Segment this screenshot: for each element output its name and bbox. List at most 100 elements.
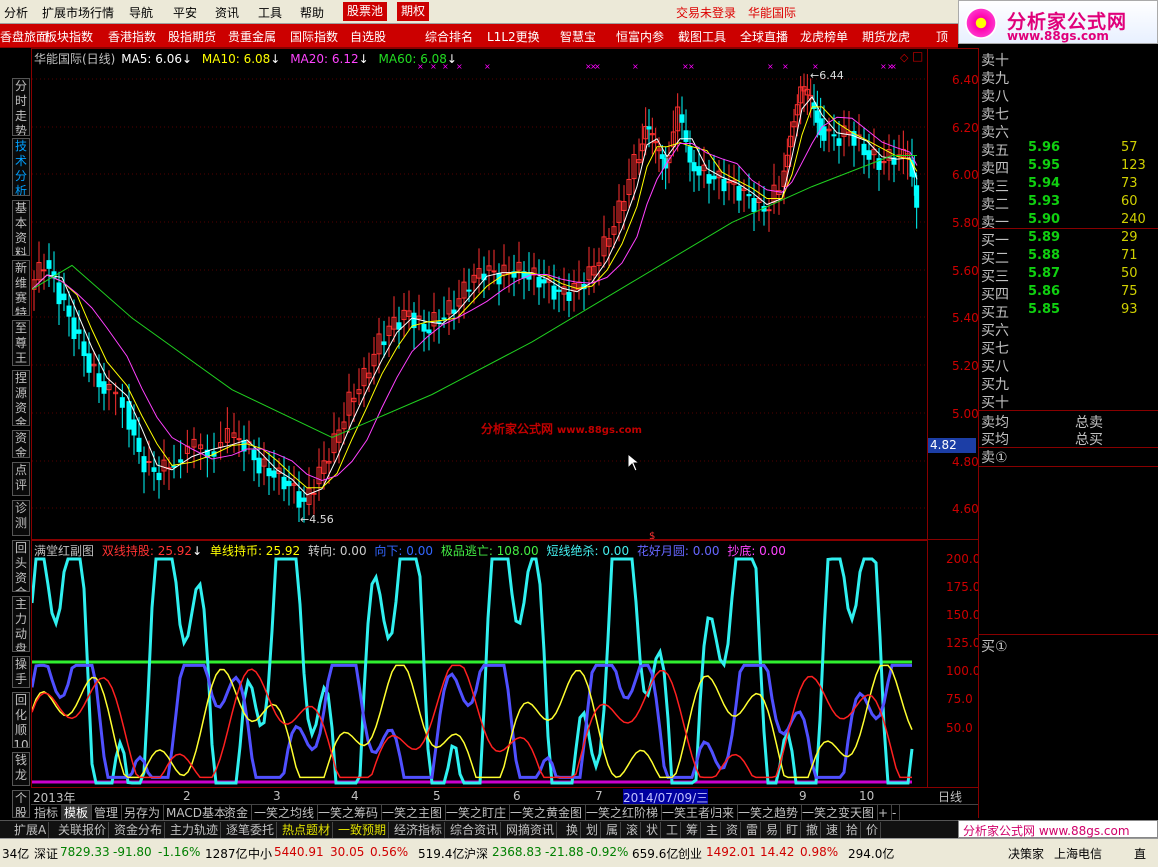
vtab-7[interactable]: 点评	[12, 462, 30, 496]
toolbar-item[interactable]: 综合排名	[425, 28, 473, 45]
menu-news[interactable]: 资讯	[215, 4, 239, 21]
menu-tools[interactable]: 工具	[258, 4, 282, 21]
bid-row[interactable]: 买五 5.85 93	[981, 302, 1157, 321]
bid-row[interactable]: 买四 5.86 75	[981, 284, 1157, 303]
vtab-4[interactable]: 至尊王	[12, 320, 30, 366]
ask-row[interactable]: 卖八	[981, 86, 1157, 105]
toolbar-item[interactable]: 股指期货	[168, 28, 216, 45]
indicator-tab[interactable]: 一笑王者归来	[659, 805, 739, 821]
function-tab[interactable]: 逐笔委托	[224, 822, 278, 838]
menu-analysis[interactable]: 分析	[4, 4, 28, 21]
period-label[interactable]: 日线	[938, 788, 962, 805]
function-tab[interactable]: 资金分布	[112, 822, 166, 838]
indicator-tab[interactable]: 另存为	[121, 805, 165, 821]
indicator-tab[interactable]: 一笑之趋势	[735, 805, 803, 821]
vtab-8[interactable]: 诊测	[12, 500, 30, 536]
toolbar-item[interactable]: 自选股	[350, 28, 386, 45]
function-tab[interactable]: 资	[724, 822, 742, 838]
function-tab[interactable]: 网摘资讯	[504, 822, 558, 838]
toolbar-item[interactable]: L1L2更换	[487, 28, 540, 45]
indicator-tab[interactable]: 一笑之筹码	[315, 805, 383, 821]
vtab-1[interactable]: 技术分析	[12, 138, 30, 196]
bid-row[interactable]: 买十	[981, 392, 1157, 411]
menu-nav[interactable]: 导航	[129, 4, 153, 21]
ask-row[interactable]: 卖六	[981, 122, 1157, 141]
function-tab[interactable]: 雷	[744, 822, 762, 838]
function-tab[interactable]: 工	[664, 822, 682, 838]
ask-row[interactable]: 卖五 5.96 57	[981, 140, 1157, 159]
toolbar-item[interactable]: 恒富内参	[616, 28, 664, 45]
function-tab[interactable]: 速	[824, 822, 842, 838]
toolbar-item[interactable]: 智慧宝	[560, 28, 596, 45]
function-tab[interactable]: 易	[764, 822, 782, 838]
vtab-13[interactable]: 钱龙	[12, 752, 30, 786]
function-tab[interactable]: 价	[864, 822, 882, 838]
menu-options[interactable]: 期权	[397, 2, 430, 21]
indicator-tab[interactable]: 一笑之红阶梯	[583, 805, 663, 821]
function-tab[interactable]: 综合资讯	[448, 822, 502, 838]
vtab-14[interactable]: 个股	[12, 790, 30, 818]
function-tab[interactable]: 经济指标	[392, 822, 446, 838]
indicator-tab[interactable]: MACD基本	[163, 805, 230, 821]
cy-name[interactable]: 创业	[678, 845, 702, 862]
indicator-tab[interactable]: 管理	[91, 805, 123, 821]
indicator-tab[interactable]: 一笑之黄金图	[507, 805, 587, 821]
function-tab[interactable]: 主力轨迹	[168, 822, 222, 838]
bid-row[interactable]: 买三 5.87 50	[981, 266, 1157, 285]
toolbar-item[interactable]: 顶	[936, 28, 948, 45]
vtab-10[interactable]: 主力动盘	[12, 596, 30, 652]
menu-stock-pool[interactable]: 股票池	[343, 2, 388, 21]
toolbar-item[interactable]: 香港指数	[108, 28, 156, 45]
vtab-5[interactable]: 捏源资金	[12, 370, 30, 426]
toolbar-item[interactable]: 龙虎榜单	[800, 28, 848, 45]
toolbar-item[interactable]: 板块指数	[45, 28, 93, 45]
toolbar-item[interactable]: 全球直播	[740, 28, 788, 45]
toolbar-item[interactable]: 贵重金属	[228, 28, 276, 45]
ask-row[interactable]: 卖七	[981, 104, 1157, 123]
login-status[interactable]: 交易未登录	[676, 4, 736, 21]
function-tab[interactable]: 换	[564, 822, 582, 838]
vtab-9[interactable]: 回头资金	[12, 540, 30, 592]
toolbar-item[interactable]: 截图工具	[678, 28, 726, 45]
function-tab[interactable]: 拾	[844, 822, 862, 838]
ask-row[interactable]: 卖四 5.95 123	[981, 158, 1157, 177]
indicator-tab[interactable]: 一笑之主图	[379, 805, 447, 821]
bid-row[interactable]: 买九	[981, 374, 1157, 393]
vtab-3[interactable]: 新维赛特	[12, 260, 30, 316]
indicator-tab[interactable]: 模板	[61, 805, 93, 821]
zx-name[interactable]: 中小	[248, 845, 272, 862]
isp-name[interactable]: 上海电信	[1054, 845, 1102, 862]
indicator-tab[interactable]: 一笑之盯庄	[443, 805, 511, 821]
diamond-icon[interactable]: ◇	[900, 51, 908, 64]
bid-row[interactable]: 买七	[981, 338, 1157, 357]
vtab-12[interactable]: 回化顺10	[12, 692, 30, 748]
toolbar-item[interactable]: 国际指数	[290, 28, 338, 45]
bid-row[interactable]: 买二 5.88 71	[981, 248, 1157, 267]
hs-name[interactable]: 沪深	[464, 845, 488, 862]
function-tab[interactable]: 扩展A	[12, 822, 50, 838]
bid-row[interactable]: 买六	[981, 320, 1157, 339]
vtab-0[interactable]: 分时走势	[12, 78, 30, 136]
indicator-tab[interactable]: 指标	[31, 805, 63, 821]
function-tab[interactable]: 筹	[684, 822, 702, 838]
function-tab[interactable]: 一致预期	[336, 822, 390, 838]
ask-row[interactable]: 卖二 5.93 60	[981, 194, 1157, 213]
function-tab[interactable]: 撤	[804, 822, 822, 838]
indicator-tab[interactable]: -	[889, 805, 901, 821]
function-tab[interactable]: 滚	[624, 822, 642, 838]
function-tab[interactable]: 关联报价	[56, 822, 110, 838]
sz-name[interactable]: 深证	[34, 845, 58, 862]
function-tab[interactable]: 主	[704, 822, 722, 838]
toolbar-item[interactable]: 期货龙虎	[862, 28, 910, 45]
function-tab[interactable]: 属	[604, 822, 622, 838]
ad-banner[interactable]: 分析家公式网 www.88gs.com	[958, 820, 1158, 838]
vtab-2[interactable]: 基本资料	[12, 200, 30, 256]
sub-indicator-chart[interactable]: 满堂红副图 双线持股: 25.92↓ 单线持币: 25.92 转向: 0.00 …	[31, 540, 928, 788]
function-tab[interactable]: 盯	[784, 822, 802, 838]
main-kline-chart[interactable]: 华能国际(日线) MA5: 6.06↓ MA10: 6.08↓ MA20: 6.…	[31, 48, 928, 540]
vtab-6[interactable]: 资金	[12, 430, 30, 458]
bid-row[interactable]: 买八	[981, 356, 1157, 375]
collapse-icon[interactable]: □	[912, 49, 923, 63]
menu-help[interactable]: 帮助	[300, 4, 324, 21]
menu-pingan[interactable]: 平安	[173, 4, 197, 21]
